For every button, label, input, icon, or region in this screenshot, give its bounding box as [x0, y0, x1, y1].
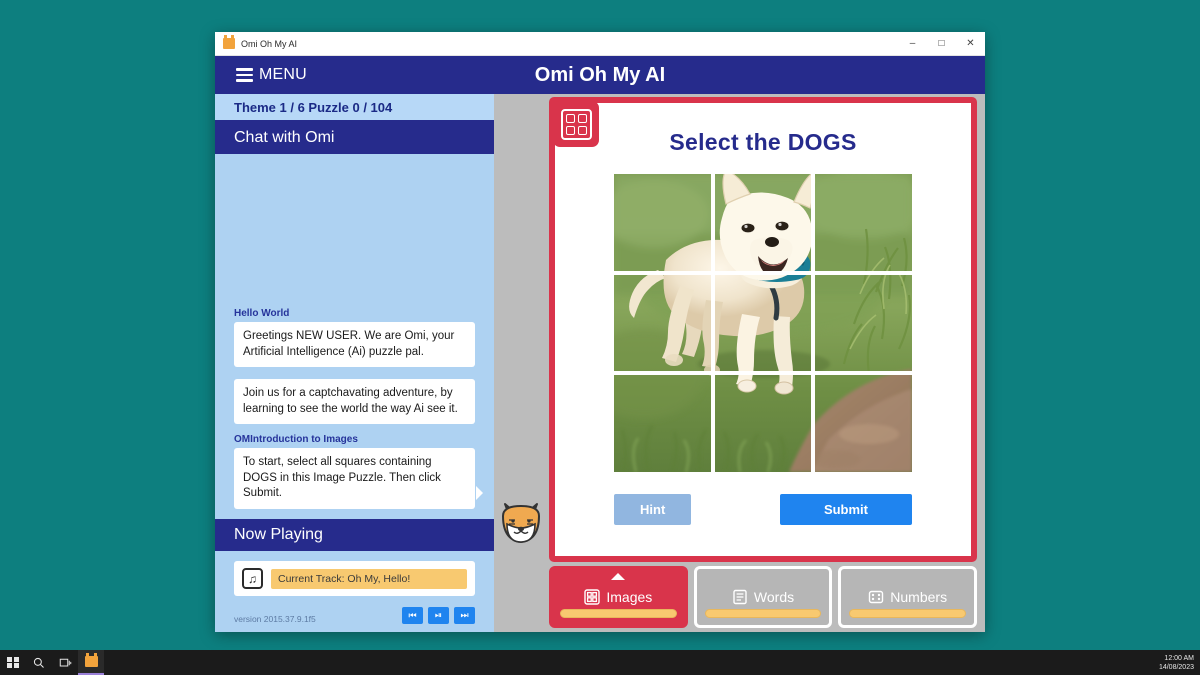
chat-bubble: To start, select all squares containing …: [234, 448, 483, 509]
menu-label: MENU: [259, 66, 307, 83]
chat-message-label: Hello World: [234, 308, 290, 320]
maximize-button[interactable]: □: [927, 32, 956, 56]
chat-header: Chat with Omi: [215, 122, 494, 154]
active-tab-caret-icon: [611, 573, 626, 580]
play-pause-button[interactable]: ⏯: [428, 607, 449, 624]
sidebar: Theme 1 / 6 Puzzle 0 / 104 Chat with Omi…: [215, 94, 494, 632]
submit-button[interactable]: Submit: [779, 494, 912, 525]
hamburger-icon: [236, 68, 253, 82]
app-icon: [223, 35, 235, 49]
window-controls: – □ ✕: [898, 32, 985, 56]
taskbar: 12:00 AM 14/08/2023: [0, 650, 1200, 675]
omi-app-icon: [84, 653, 98, 667]
captcha-cell[interactable]: [714, 274, 812, 372]
clock-date: 14/08/2023: [1158, 663, 1194, 671]
search-button[interactable]: [26, 650, 52, 675]
app-header: MENU Omi Oh My AI: [215, 56, 985, 94]
desktop-background: Omi Oh My AI – □ ✕ MENU Omi Oh My AI The…: [0, 0, 1200, 650]
page-title: Omi Oh My AI: [534, 63, 666, 86]
next-track-button[interactable]: ⏭: [454, 607, 475, 624]
tab-numbers[interactable]: Numbers: [838, 566, 978, 628]
app-body: MENU Omi Oh My AI Theme 1 / 6 Puzzle 0 /…: [215, 56, 985, 632]
captcha-cell[interactable]: [614, 274, 711, 372]
chat-message-label: OMIntroduction to Images: [234, 434, 358, 446]
captcha-image-grid: [614, 174, 912, 472]
captcha-cell[interactable]: [815, 174, 912, 271]
chat-bubble: Greetings NEW USER. We are Omi, your Art…: [234, 322, 475, 368]
music-player: ♫ Current Track: Oh My, Hello!: [215, 551, 494, 602]
theme-status-bar: Theme 1 / 6 Puzzle 0 / 104: [215, 94, 494, 122]
hint-button[interactable]: Hint: [614, 494, 692, 525]
search-icon: [33, 657, 44, 668]
tab-label: Images: [606, 589, 653, 605]
tab-images[interactable]: Images: [549, 566, 688, 628]
taskbar-clock[interactable]: 12:00 AM 14/08/2023: [1159, 650, 1196, 675]
tab-label: Numbers: [890, 589, 948, 605]
grid-2x2-icon: [584, 589, 601, 605]
tab-words[interactable]: Words: [693, 566, 833, 628]
player-controls: ⏮ ⏯ ⏭: [402, 607, 475, 624]
captcha-cell[interactable]: [815, 274, 912, 372]
version-label: version 2015.37.9.1f5: [234, 614, 316, 624]
windows-logo-icon: [7, 656, 19, 669]
window-titlebar: Omi Oh My AI – □ ✕: [215, 32, 985, 56]
document-lines-icon: [732, 589, 748, 605]
now-playing-header: Now Playing: [215, 519, 494, 551]
tab-label: Words: [753, 589, 795, 605]
tab-progress-bar: [849, 609, 967, 618]
music-note-icon: ♫: [242, 568, 263, 589]
clock-time: 12:00 AM: [1164, 654, 1194, 662]
captcha-cell[interactable]: [815, 375, 912, 472]
start-button[interactable]: [0, 650, 26, 675]
menu-button[interactable]: MENU: [236, 66, 307, 84]
chat-bubble: Join us for a captchavating adventure, b…: [234, 379, 475, 425]
app-window: Omi Oh My AI – □ ✕ MENU Omi Oh My AI The…: [215, 32, 985, 632]
puzzle-actions: Hint Submit: [614, 494, 912, 525]
task-view-icon: [59, 658, 71, 666]
window-title: Omi Oh My AI: [241, 38, 298, 49]
puzzle-title: Select the DOGS: [669, 129, 857, 155]
previous-track-button[interactable]: ⏮: [402, 607, 423, 624]
captcha-cell[interactable]: [714, 174, 812, 271]
puzzle-card: Select the DOGS Hint Submit: [549, 97, 977, 562]
close-button[interactable]: ✕: [956, 32, 985, 56]
task-view-button[interactable]: [52, 650, 78, 675]
track-box: ♫ Current Track: Oh My, Hello!: [234, 561, 475, 596]
tab-progress-bar: [560, 609, 677, 618]
omi-mascot-fox-face: [501, 503, 541, 544]
panel-gap: [494, 94, 549, 632]
main-content: Theme 1 / 6 Puzzle 0 / 104 Chat with Omi…: [215, 94, 985, 632]
minimize-button[interactable]: –: [898, 32, 927, 56]
category-tabs: Images Words Numbers: [549, 566, 978, 632]
chat-messages: Hello World Greetings NEW USER. We are O…: [215, 154, 494, 519]
captcha-cell[interactable]: [714, 375, 812, 472]
player-footer: version 2015.37.9.1f5 ⏮ ⏯ ⏭: [215, 602, 494, 632]
captcha-cell[interactable]: [614, 174, 711, 271]
puzzle-panel: Select the DOGS Hint Submit Images Words…: [549, 94, 985, 632]
track-name: Current Track: Oh My, Hello!: [271, 568, 467, 589]
tab-progress-bar: [704, 609, 822, 618]
dice-dots-icon: [868, 589, 884, 605]
grid-2x2-icon: [553, 101, 599, 147]
taskbar-app-omi[interactable]: [78, 650, 104, 675]
captcha-cell[interactable]: [614, 375, 711, 472]
